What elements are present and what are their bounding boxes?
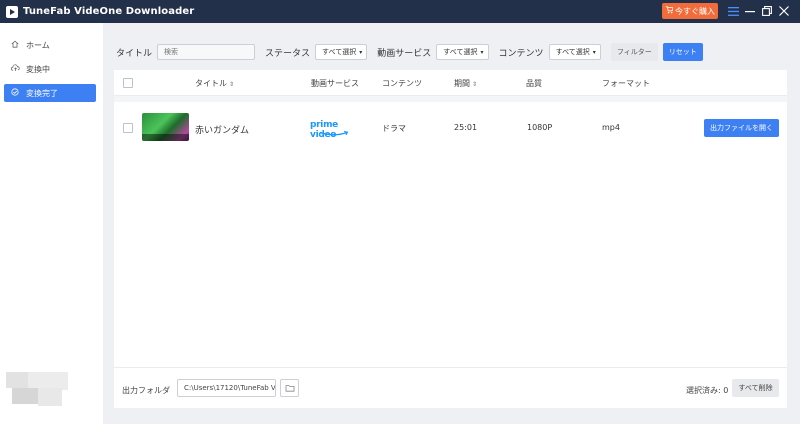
- minimize-icon[interactable]: [742, 3, 758, 19]
- app-logo-icon: [6, 5, 18, 18]
- sort-icon: ⇕: [229, 81, 235, 88]
- reset-button[interactable]: リセット: [662, 43, 703, 61]
- row-quality: 1080P: [527, 123, 553, 132]
- chevron-down-icon: ▾: [359, 48, 363, 56]
- row-format: mp4: [602, 123, 620, 132]
- restore-icon[interactable]: [759, 3, 775, 19]
- cloud-upload-icon: [10, 64, 20, 74]
- buy-now-label: 今すぐ購入: [675, 6, 715, 16]
- header-content: コンテンツ: [382, 79, 422, 88]
- header-service: 動画サービス: [311, 79, 359, 88]
- prime-video-logo: prime video: [310, 120, 356, 140]
- buy-now-button[interactable]: 今すぐ購入: [662, 3, 718, 19]
- service-dropdown-value: すべて選択: [443, 48, 478, 56]
- status-filter-label: ステータス: [265, 48, 311, 59]
- content-dropdown-value: すべて選択: [555, 48, 590, 56]
- results-panel: タイトル ⇕ 動画サービス コンテンツ 期間 ⇕ 品質 フォーマット 赤いガンダム …: [114, 70, 787, 408]
- output-folder-label: 出力フォルダ: [122, 386, 170, 395]
- title-bar: TuneFab VideOne Downloader 今すぐ購入: [0, 0, 800, 23]
- header-format: フォーマット: [602, 79, 650, 88]
- sidebar-item-converted[interactable]: 変換完了: [4, 84, 96, 102]
- filter-bar: タイトル ステータス すべて選択 ▾ 動画サービス すべて選択 ▾ コンテンツ …: [116, 43, 703, 61]
- select-all-checkbox[interactable]: [123, 78, 133, 88]
- chevron-down-icon: ▾: [592, 48, 596, 56]
- close-icon[interactable]: [776, 3, 792, 19]
- service-filter-label: 動画サービス: [377, 48, 432, 59]
- output-path-input[interactable]: [177, 379, 276, 397]
- row-duration: 25:01: [454, 123, 478, 132]
- content-dropdown[interactable]: すべて選択 ▾: [548, 44, 601, 60]
- folder-icon[interactable]: [280, 379, 299, 397]
- app-title: TuneFab VideOne Downloader: [23, 6, 195, 17]
- check-circle-icon: [10, 88, 20, 98]
- sidebar-item-label: 変換中: [26, 64, 50, 74]
- account-area-blurred[interactable]: [0, 368, 100, 408]
- row-content: ドラマ: [382, 124, 406, 133]
- status-dropdown-value: すべて選択: [322, 48, 357, 56]
- row-title: 赤いガンダム: [195, 126, 250, 136]
- cart-icon: [665, 6, 674, 16]
- sidebar-item-converting[interactable]: 変換中: [4, 60, 96, 78]
- row-checkbox[interactable]: [123, 123, 133, 133]
- sidebar: ホーム 変換中 変換完了: [0, 23, 103, 424]
- header-duration[interactable]: 期間 ⇕: [454, 78, 477, 89]
- sidebar-item-label: 変換完了: [26, 88, 58, 98]
- home-icon: [10, 40, 20, 50]
- open-output-file-button[interactable]: 出力ファイルを開く: [704, 119, 779, 137]
- header-title[interactable]: タイトル ⇕: [195, 78, 234, 89]
- content-filter-label: コンテンツ: [498, 48, 544, 59]
- footer-bar: 出力フォルダ 選択済み: 0 すべて削除: [114, 367, 787, 408]
- menu-icon[interactable]: [725, 3, 741, 19]
- sidebar-item-home[interactable]: ホーム: [4, 36, 96, 54]
- delete-all-button[interactable]: すべて削除: [732, 379, 779, 397]
- search-input[interactable]: [157, 44, 256, 60]
- service-dropdown[interactable]: すべて選択 ▾: [436, 44, 489, 60]
- video-thumbnail: [142, 113, 189, 141]
- chevron-down-icon: ▾: [480, 48, 484, 56]
- selected-count: 選択済み: 0: [686, 386, 729, 395]
- header-quality: 品質: [526, 79, 542, 88]
- table-header: タイトル ⇕ 動画サービス コンテンツ 期間 ⇕ 品質 フォーマット: [114, 70, 787, 96]
- table-row[interactable]: 赤いガンダム prime video ドラマ 25:01 1080P mp4 出…: [114, 102, 787, 154]
- sort-icon: ⇕: [472, 81, 478, 88]
- title-filter-label: タイトル: [116, 48, 153, 59]
- status-dropdown[interactable]: すべて選択 ▾: [315, 44, 368, 60]
- sidebar-item-label: ホーム: [26, 40, 50, 50]
- filter-button[interactable]: フィルター: [610, 43, 658, 61]
